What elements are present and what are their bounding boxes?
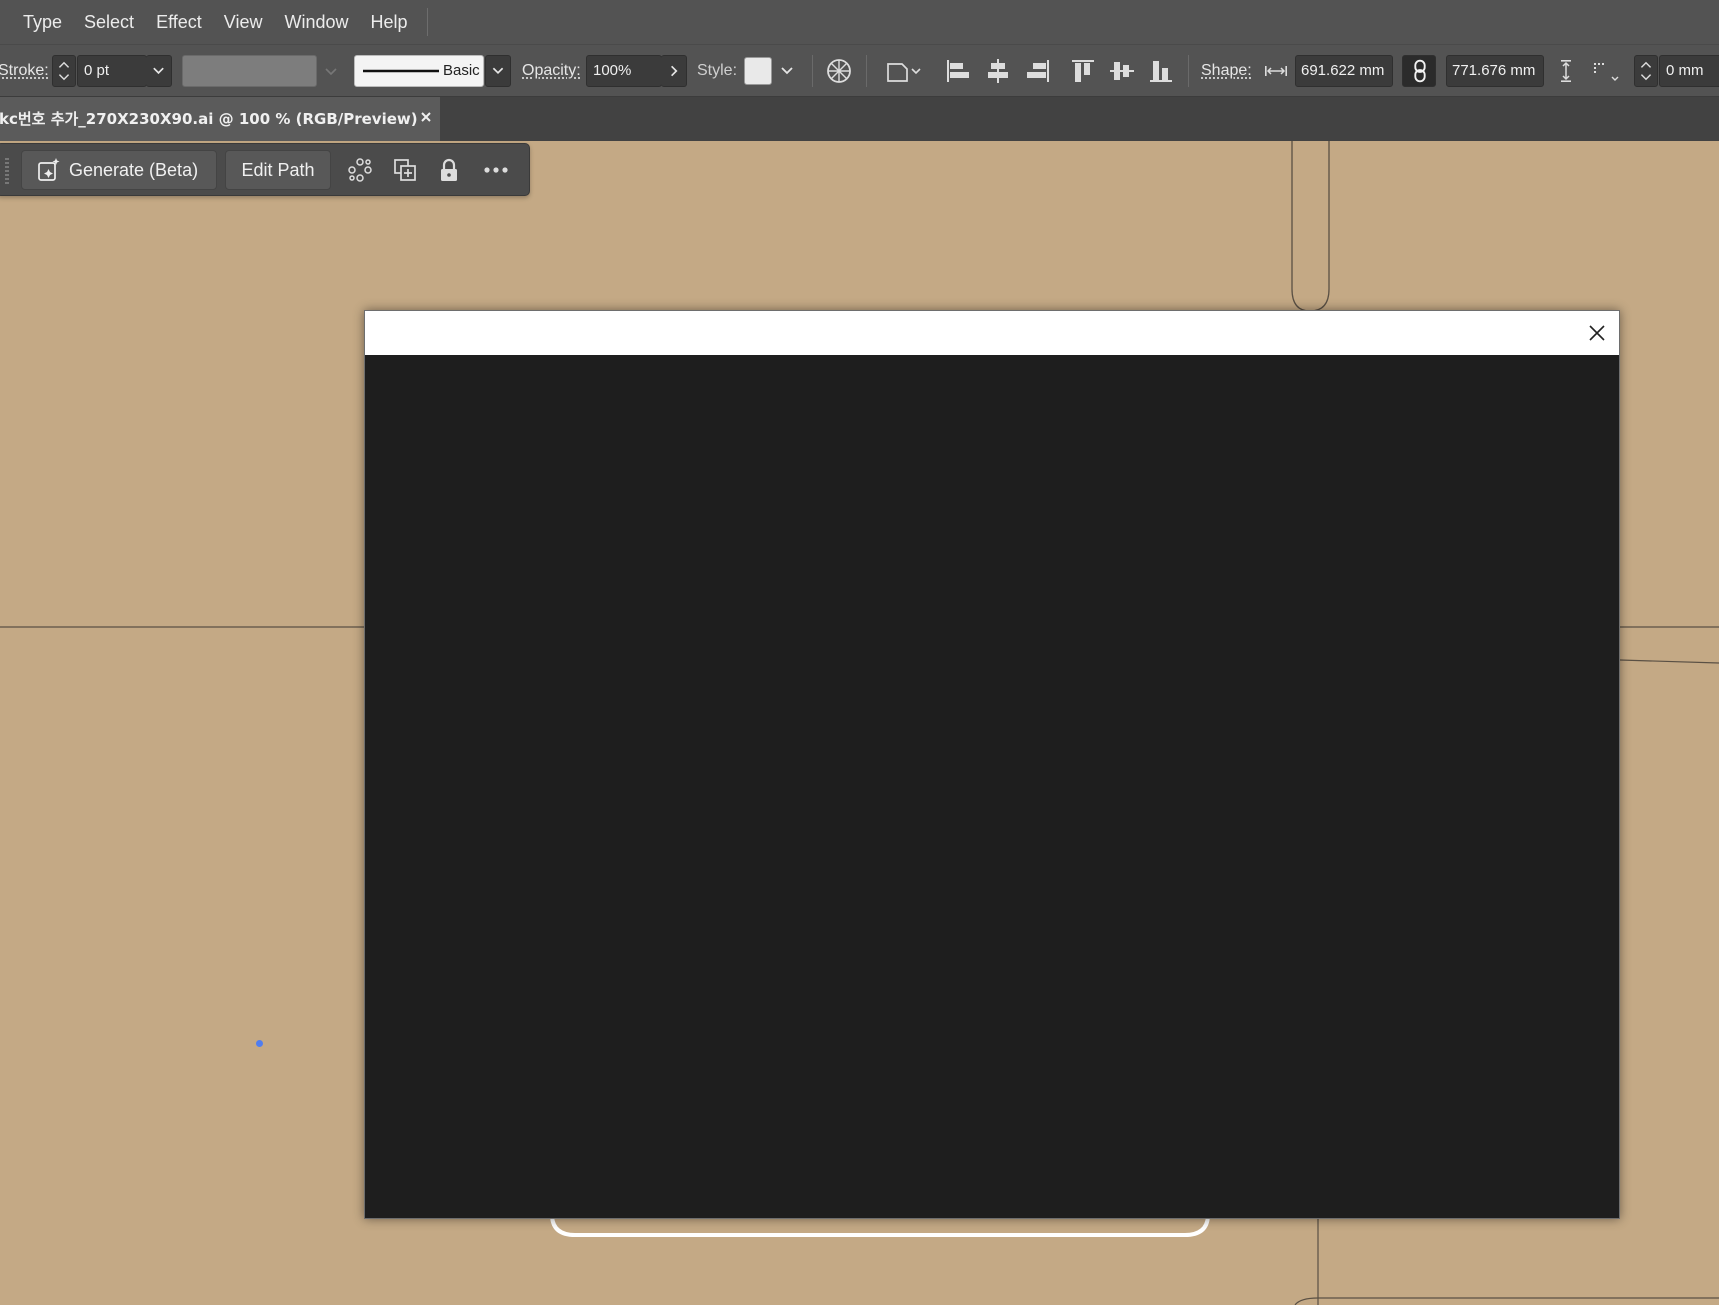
opacity-expand-arrow[interactable] [661,55,687,87]
link-icon [1403,56,1437,86]
align-top-icon[interactable] [1067,55,1099,87]
recolor-artwork-icon[interactable] [823,55,855,87]
align-right-icon[interactable] [1022,55,1054,87]
corner-type-icon[interactable] [1590,55,1620,87]
duplicate-icon[interactable] [390,155,420,185]
align-horizontal-center-icon[interactable] [982,55,1014,87]
anchor-point[interactable] [256,1040,263,1047]
shape-width-field[interactable]: 691.622 mm [1295,55,1393,87]
opacity-field[interactable]: 100% [586,55,662,87]
corner-radius-field[interactable]: 0 mm [1659,55,1719,87]
graphic-style-swatch[interactable] [744,57,772,85]
stroke-line-preview-icon [361,56,441,86]
generate-sparkle-icon [36,157,62,183]
edit-path-label: Edit Path [241,160,314,181]
stroke-stepper[interactable] [52,55,76,87]
document-tab[interactable]: kc번호 추가_270X230X90.ai @ 100 % (RGB/Previ… [0,97,440,141]
close-icon[interactable] [1587,323,1607,343]
height-arrows-icon [1552,55,1580,87]
menu-select[interactable]: Select [73,0,145,44]
stroke-weight-dropdown[interactable] [146,55,172,87]
width-arrows-icon [1262,55,1290,87]
constrain-proportions-button[interactable] [1402,55,1436,87]
edit-path-button[interactable]: Edit Path [225,150,331,190]
menu-window[interactable]: Window [273,0,359,44]
shape-label[interactable]: Shape: [1201,62,1252,80]
modal-dialog [364,310,1620,1219]
generate-beta-button[interactable]: Generate (Beta) [21,150,217,190]
corner-radius-stepper[interactable] [1634,55,1658,87]
menu-bar: Type Select Effect View Window Help [0,0,1719,44]
menu-view[interactable]: View [213,0,274,44]
modal-content-area [365,355,1619,1218]
stroke-label[interactable]: Stroke: [0,62,49,80]
stroke-weight-field[interactable]: 0 pt [77,55,147,87]
task-bar-drag-handle[interactable] [5,158,9,184]
close-tab-icon[interactable] [418,109,434,125]
opacity-label[interactable]: Opacity: [522,62,581,80]
style-dropdown[interactable] [774,55,800,87]
control-bar: Stroke: 0 pt Basic Opacity: 100% Style: [0,44,1719,97]
document-tab-bar: kc번호 추가_270X230X90.ai @ 100 % (RGB/Previ… [0,97,1719,141]
toolbar-divider [866,55,867,87]
generate-beta-label: Generate (Beta) [69,160,198,181]
lock-icon[interactable] [434,155,464,185]
style-label: Style: [697,62,737,80]
brush-dropdown[interactable] [485,55,511,87]
variable-width-dropdown[interactable] [318,55,344,87]
toolbar-divider [1188,55,1189,87]
align-vertical-center-icon[interactable] [1106,55,1138,87]
variable-width-profile[interactable] [182,55,317,87]
contextual-task-bar: Generate (Beta) Edit Path [0,143,530,196]
menu-type[interactable]: Type [0,0,73,44]
toolbar-divider [812,55,813,87]
more-options-icon[interactable] [481,155,511,185]
modal-header [365,311,1619,355]
menu-divider [427,8,428,36]
menu-effect[interactable]: Effect [145,0,213,44]
shape-height-field[interactable]: 771.676 mm [1446,55,1544,87]
align-bottom-icon[interactable] [1145,55,1177,87]
document-tab-title: kc번호 추가_270X230X90.ai @ 100 % (RGB/Previ… [0,108,418,129]
brush-label: Basic [443,56,480,86]
brush-definition-field[interactable]: Basic [354,55,484,87]
menu-help[interactable]: Help [360,0,419,44]
align-left-icon[interactable] [942,55,974,87]
transform-reference-icon[interactable] [884,55,924,87]
isolate-group-icon[interactable] [345,155,375,185]
